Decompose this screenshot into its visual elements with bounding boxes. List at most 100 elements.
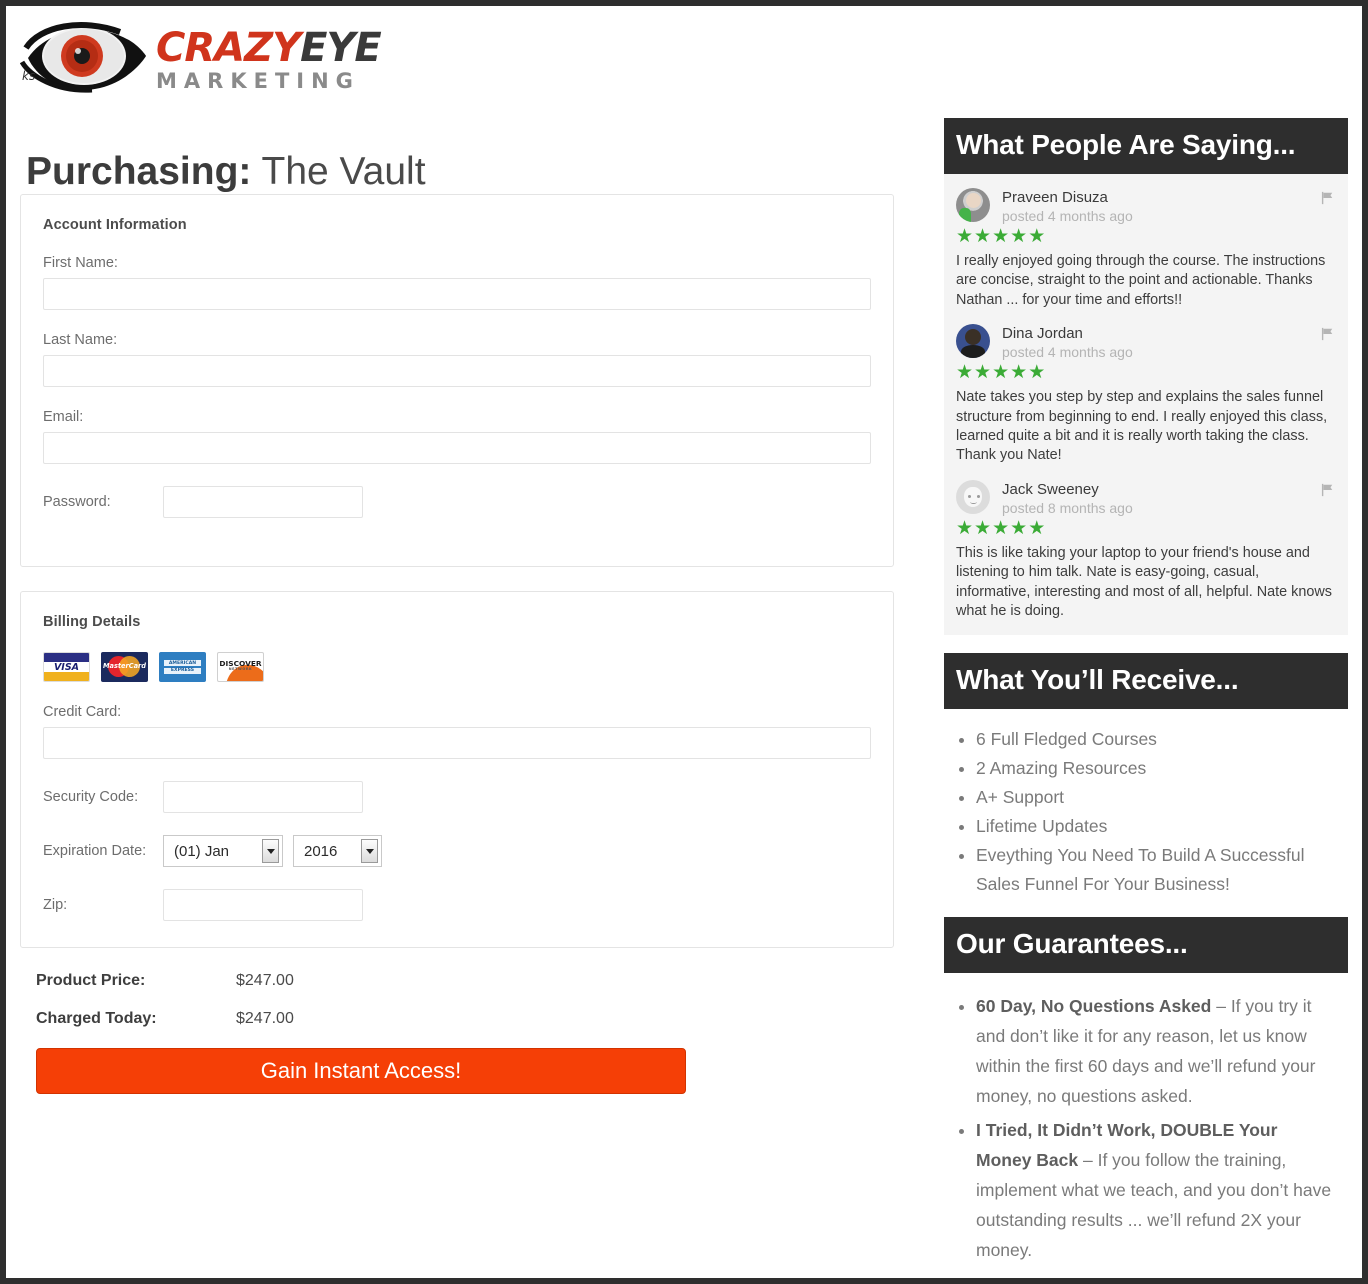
email-field-group: Email: [43, 409, 871, 464]
zip-input[interactable] [163, 889, 363, 921]
amex-label: AMERICAN EXPRESS [168, 661, 197, 673]
page-title-bold: Purchasing: [26, 150, 252, 194]
password-label: Password: [43, 494, 111, 510]
list-item: I Tried, It Didn’t Work, DOUBLE Your Mon… [976, 1115, 1336, 1265]
star-icon: ★ [974, 517, 992, 539]
last-name-field-group: Last Name: [43, 332, 871, 387]
star-icon: ★ [1028, 226, 1046, 247]
avatar [956, 479, 990, 514]
star-icon: ★ [1010, 517, 1028, 539]
logo-word-crazy: CRAZY [156, 25, 301, 71]
logo-word-eye: EYE [300, 25, 382, 71]
flag-icon[interactable] [1320, 483, 1334, 497]
testimonial-item: Dina Jordan posted 4 months ago ★★★★★ Na… [956, 324, 1336, 466]
expiration-month-value: (01) Jan [174, 842, 230, 860]
checkout-form-column: Account Information First Name: Last Nam… [20, 194, 894, 1094]
credit-card-input[interactable] [43, 727, 871, 759]
last-name-label: Last Name: [43, 332, 118, 348]
flag-icon[interactable] [1320, 327, 1334, 341]
guarantee-title: 60 Day, No Questions Asked [976, 996, 1212, 1017]
expiration-year-value: 2016 [304, 842, 338, 860]
list-item: A+ Support [976, 783, 1336, 812]
guarantees-list: 60 Day, No Questions Asked – If you try … [944, 973, 1348, 1277]
billing-details-card: Billing Details VISA MasterCard AMERICAN… [20, 591, 894, 948]
credit-card-label: Credit Card: [43, 704, 122, 720]
star-icon: ★ [1010, 226, 1028, 247]
testimonial-text: I really enjoyed going through the cours… [956, 253, 1326, 308]
expiration-date-field-group: Expiration Date: (01) Jan 2016 [43, 835, 871, 867]
chevron-down-icon[interactable] [361, 839, 378, 863]
expiration-year-select[interactable]: 2016 [293, 835, 382, 867]
flag-icon[interactable] [1320, 191, 1334, 205]
security-code-input[interactable] [163, 781, 363, 813]
logo-wordmark: CRAZYEYE MARKETING [156, 25, 382, 93]
mastercard-icon: MasterCard [101, 652, 148, 682]
site-logo[interactable]: ks CRAZYEYE MARKETING [20, 14, 420, 100]
first-name-input[interactable] [43, 278, 871, 310]
pricing-summary: Product Price: $247.00 Charged Today: $2… [20, 972, 894, 1094]
testimonial-author: Jack Sweeney [1002, 480, 1099, 498]
star-icon: ★ [956, 226, 974, 247]
amex-card-icon: AMERICAN EXPRESS [159, 652, 206, 682]
testimonial-timestamp: posted 4 months ago [1002, 344, 1133, 361]
email-input[interactable] [43, 432, 871, 464]
accepted-cards-row: VISA MasterCard AMERICAN EXPRESS DISCOVE… [43, 652, 871, 682]
charged-today-label: Charged Today: [36, 1010, 157, 1027]
guarantees-header: Our Guarantees... [944, 917, 1348, 974]
chevron-down-icon[interactable] [262, 839, 279, 863]
email-label: Email: [43, 409, 84, 425]
star-icon: ★ [1028, 517, 1046, 539]
list-item: 2 Amazing Resources [976, 754, 1336, 783]
first-name-label: First Name: [43, 255, 118, 271]
list-item: Eveything You Need To Build A Successful… [976, 841, 1336, 899]
gain-instant-access-button[interactable]: Gain Instant Access! [36, 1048, 686, 1094]
password-input[interactable] [163, 486, 363, 518]
zip-field-group: Zip: [43, 889, 871, 921]
testimonial-timestamp: posted 8 months ago [1002, 499, 1133, 516]
star-icon: ★ [992, 517, 1010, 539]
expiration-month-select[interactable]: (01) Jan [163, 835, 283, 867]
security-code-field-group: Security Code: [43, 781, 871, 813]
star-icon: ★ [1028, 362, 1046, 384]
page-title: Purchasing: The Vault [26, 148, 426, 196]
testimonials-header: What People Are Saying... [944, 118, 1348, 174]
svg-text:ks: ks [22, 69, 35, 83]
password-field-group: Password: [43, 486, 871, 518]
testimonial-item: Praveen Disuza posted 4 months ago ★★★★★… [956, 188, 1336, 310]
avatar [956, 188, 990, 222]
star-icon: ★ [956, 362, 974, 384]
logo-tagline: MARKETING [156, 69, 360, 93]
eye-icon: ks [20, 22, 146, 93]
page-root: ks CRAZYEYE MARKETING Purchasing: The Va… [6, 6, 1362, 1278]
star-icon: ★ [974, 362, 992, 384]
star-rating: ★★★★★ [956, 362, 1336, 384]
avatar [956, 324, 990, 359]
star-rating: ★★★★★ [956, 517, 1336, 539]
sidebar-column: What People Are Saying... Praveen Disuza… [944, 118, 1348, 1277]
testimonial-text: Nate takes you step by step and explains… [956, 389, 1328, 464]
security-code-label: Security Code: [43, 789, 139, 805]
testimonial-item: Jack Sweeney posted 8 months ago ★★★★★ T… [956, 479, 1336, 622]
visa-card-icon: VISA [43, 652, 90, 682]
testimonial-author: Dina Jordan [1002, 325, 1083, 343]
star-icon: ★ [956, 517, 974, 539]
receive-header: What You’ll Receive... [944, 653, 1348, 710]
list-item: 6 Full Fledged Courses [976, 725, 1336, 754]
first-name-field-group: First Name: [43, 255, 871, 310]
product-price-label: Product Price: [36, 972, 146, 989]
star-rating: ★★★★★ [956, 226, 1336, 247]
star-icon: ★ [992, 362, 1010, 384]
list-item: Lifetime Updates [976, 812, 1336, 841]
product-price-value: $247.00 [236, 972, 294, 989]
billing-section-title: Billing Details [43, 614, 141, 630]
mastercard-label: MasterCard [102, 662, 147, 670]
charged-today-value: $247.00 [236, 1010, 294, 1027]
last-name-input[interactable] [43, 355, 871, 387]
receive-list: 6 Full Fledged Courses 2 Amazing Resourc… [944, 709, 1348, 907]
star-icon: ★ [974, 226, 992, 247]
product-price-row: Product Price: $247.00 [36, 972, 894, 990]
account-section-title: Account Information [43, 217, 187, 233]
testimonial-author: Praveen Disuza [1002, 189, 1108, 206]
zip-label: Zip: [43, 897, 68, 913]
list-item: 60 Day, No Questions Asked – If you try … [976, 991, 1336, 1111]
